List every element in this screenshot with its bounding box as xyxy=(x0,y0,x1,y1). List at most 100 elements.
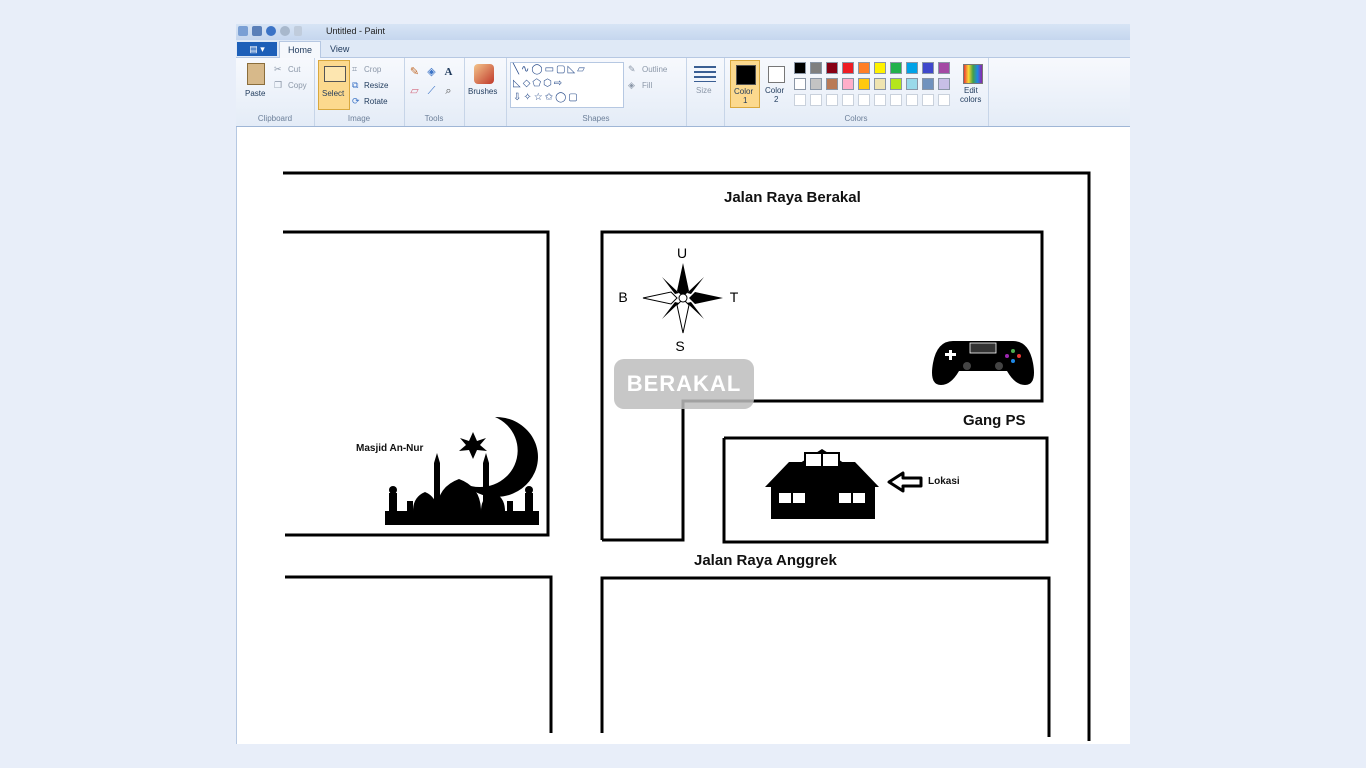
paint-app-icon xyxy=(238,26,248,36)
line-shape-icon[interactable]: ╲∿◯▭▢◺▱ xyxy=(513,64,587,75)
canvas[interactable]: BERAKAL U S T B Jalan Raya Berakal Gang … xyxy=(236,127,1130,744)
edit-colors-button[interactable]: Edit colors xyxy=(958,60,986,108)
paint-menu-button[interactable]: ▤ ▾ xyxy=(237,42,277,56)
fill-icon: ◈ xyxy=(628,80,635,90)
fill-button[interactable]: ◈ Fill xyxy=(628,80,652,91)
custom-swatch-empty[interactable] xyxy=(794,94,806,106)
custom-swatch-empty[interactable] xyxy=(826,94,838,106)
color2-swatch xyxy=(768,66,785,83)
tools-group-label: Tools xyxy=(424,114,444,123)
palette-swatch[interactable] xyxy=(810,78,822,90)
outline-button[interactable]: ✎ Outline xyxy=(628,64,667,75)
palette-swatch[interactable] xyxy=(890,62,902,74)
palette-swatch[interactable] xyxy=(858,78,870,90)
text-tool-icon[interactable]: A xyxy=(442,66,455,79)
color2-button[interactable]: Color 2 xyxy=(762,60,790,106)
crop-button[interactable]: ⌗ Crop xyxy=(352,64,381,75)
save-icon[interactable] xyxy=(252,26,262,36)
customize-quick-access-icon[interactable] xyxy=(294,26,302,36)
street-label-middle: Jalan Raya Anggrek xyxy=(694,552,837,569)
palette-swatch[interactable] xyxy=(938,62,950,74)
watermark: BERAKAL xyxy=(614,359,754,409)
image-group-label: Image xyxy=(347,114,371,123)
color-picker-icon[interactable]: ⟋ xyxy=(425,85,438,98)
tab-home[interactable]: Home xyxy=(279,41,322,58)
custom-swatch-empty[interactable] xyxy=(938,94,950,106)
compass-west: B xyxy=(618,289,627,305)
palette-swatch[interactable] xyxy=(842,62,854,74)
arrow-shape-icon[interactable]: ⇩✧☆✩◯▢ xyxy=(513,92,580,103)
size-button[interactable]: Size xyxy=(692,64,718,104)
brushes-button[interactable]: Brushes xyxy=(468,62,502,106)
palette-swatch[interactable] xyxy=(826,62,838,74)
image-group: Select ⌗ Crop ⧉ Resize ⟳ Rotate Image xyxy=(314,58,405,126)
custom-swatch-empty[interactable] xyxy=(810,94,822,106)
palette-swatch[interactable] xyxy=(826,78,838,90)
rotate-icon: ⟳ xyxy=(352,96,360,106)
ribbon: Paste ✂ Cut ❐ Copy Clipboard Select ⌗ Cr… xyxy=(236,58,1130,127)
resize-label: Resize xyxy=(364,81,389,90)
fill-bucket-icon[interactable]: ◈ xyxy=(425,66,438,79)
edit-colors-label-2: colors xyxy=(960,95,982,104)
palette-swatch[interactable] xyxy=(842,78,854,90)
redo-icon[interactable] xyxy=(280,26,290,36)
rotate-button[interactable]: ⟳ Rotate xyxy=(352,96,388,107)
custom-swatch-empty[interactable] xyxy=(922,94,934,106)
shapes-gallery[interactable]: ╲∿◯▭▢◺▱ ◺◇⬠⬡⇨ ⇩✧☆✩◯▢ xyxy=(510,62,624,108)
clipboard-group: Paste ✂ Cut ❐ Copy Clipboard xyxy=(236,58,315,126)
outline-icon: ✎ xyxy=(628,64,636,74)
crop-label: Crop xyxy=(364,65,382,74)
palette-swatch[interactable] xyxy=(922,62,934,74)
palette-swatch[interactable] xyxy=(874,78,886,90)
palette-swatch[interactable] xyxy=(906,62,918,74)
select-label: Select xyxy=(322,89,345,98)
copy-button[interactable]: ❐ Copy xyxy=(274,80,307,91)
custom-swatch-empty[interactable] xyxy=(906,94,918,106)
pencil-icon[interactable]: ✎ xyxy=(408,66,421,79)
color1-number: 1 xyxy=(743,96,748,105)
location-arrow-icon xyxy=(887,471,923,493)
copy-label: Copy xyxy=(288,81,307,90)
palette-swatch[interactable] xyxy=(858,62,870,74)
color1-button[interactable]: Color 1 xyxy=(730,60,760,108)
custom-swatch-empty[interactable] xyxy=(890,94,902,106)
palette-swatch[interactable] xyxy=(922,78,934,90)
undo-icon[interactable] xyxy=(266,26,276,36)
color1-swatch xyxy=(736,65,756,85)
compass-east: T xyxy=(730,289,739,305)
tab-view[interactable]: View xyxy=(322,41,357,57)
palette-swatch[interactable] xyxy=(890,78,902,90)
house-icon xyxy=(765,449,879,519)
resize-button[interactable]: ⧉ Resize xyxy=(352,80,388,91)
shapes-group: ╲∿◯▭▢◺▱ ◺◇⬠⬡⇨ ⇩✧☆✩◯▢ ✎ Outline ◈ Fill Sh… xyxy=(506,58,687,126)
triangle-shape-icon[interactable]: ◺◇⬠⬡⇨ xyxy=(513,78,564,89)
palette-swatch[interactable] xyxy=(794,78,806,90)
palette-swatch[interactable] xyxy=(810,62,822,74)
custom-swatch-empty[interactable] xyxy=(858,94,870,106)
size-label: Size xyxy=(696,86,712,95)
select-button[interactable]: Select xyxy=(318,60,350,110)
size-group: Size xyxy=(686,58,725,126)
palette-swatch[interactable] xyxy=(874,62,886,74)
colors-group-label: Colors xyxy=(844,114,868,123)
color-wheel-icon xyxy=(963,64,983,84)
copy-icon: ❐ xyxy=(274,80,283,90)
rotate-label: Rotate xyxy=(364,97,388,106)
mosque-icon xyxy=(385,416,539,525)
clipboard-group-label: Clipboard xyxy=(257,114,293,123)
cut-button[interactable]: ✂ Cut xyxy=(274,64,300,75)
select-rectangle-icon xyxy=(324,66,346,82)
palette-swatch[interactable] xyxy=(794,62,806,74)
edit-colors-label-1: Edit xyxy=(964,86,978,95)
magnifier-icon[interactable]: ⌕ xyxy=(442,85,455,98)
palette-swatch[interactable] xyxy=(906,78,918,90)
brushes-label: Brushes xyxy=(468,87,498,96)
brushes-group: Brushes xyxy=(464,58,507,126)
palette-swatch[interactable] xyxy=(938,78,950,90)
color1-label: Color xyxy=(734,87,754,96)
paste-button[interactable]: Paste xyxy=(242,61,270,107)
custom-swatch-empty[interactable] xyxy=(842,94,854,106)
custom-swatch-empty[interactable] xyxy=(874,94,886,106)
eraser-icon[interactable]: ▱ xyxy=(408,85,421,98)
cut-label: Cut xyxy=(288,65,301,74)
